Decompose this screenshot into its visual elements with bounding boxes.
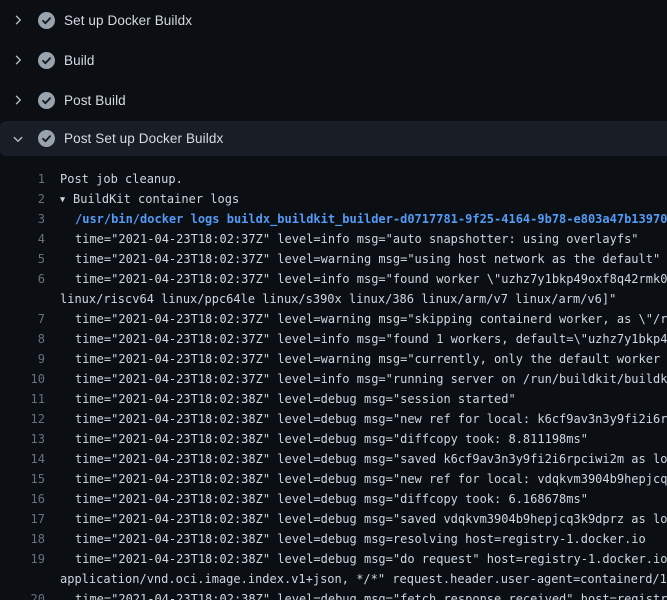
log-line: 8 time="2021-04-23T18:02:37Z" level=info …: [0, 329, 667, 349]
line-number: 20: [0, 589, 45, 600]
line-text: time="2021-04-23T18:02:37Z" level=info m…: [60, 269, 667, 289]
line-number: 15: [0, 469, 45, 489]
line-number: 12: [0, 409, 45, 429]
line-text: time="2021-04-23T18:02:38Z" level=debug …: [60, 489, 588, 509]
log-line: 2 ▼BuildKit container logs: [0, 189, 667, 209]
line-number: 9: [0, 349, 45, 369]
check-circle-icon: [38, 52, 55, 69]
line-number: 1: [0, 169, 45, 189]
log-line: 5 time="2021-04-23T18:02:37Z" level=warni…: [0, 249, 667, 269]
log-line: 18 time="2021-04-23T18:02:38Z" level=debu…: [0, 529, 667, 549]
line-number: [0, 569, 45, 589]
log-line: 3/usr/bin/docker logs buildx_buildkit_bu…: [0, 209, 667, 229]
chevron-down-icon[interactable]: [12, 133, 24, 145]
line-number: 7: [0, 309, 45, 329]
line-number: 8: [0, 329, 45, 349]
log-line-wrap: linux/riscv64 linux/ppc64le linux/s390x …: [0, 289, 667, 309]
command-text: /usr/bin/docker logs buildx_buildkit_bui…: [60, 209, 667, 229]
chevron-right-icon[interactable]: [12, 14, 24, 26]
line-text: time="2021-04-23T18:02:37Z" level=warnin…: [60, 309, 667, 329]
log-line: 15 time="2021-04-23T18:02:38Z" level=debu…: [0, 469, 667, 489]
log-line: 11 time="2021-04-23T18:02:38Z" level=debu…: [0, 389, 667, 409]
line-text: time="2021-04-23T18:02:38Z" level=debug …: [60, 509, 667, 529]
line-number: 6: [0, 269, 45, 289]
log-line: 12 time="2021-04-23T18:02:38Z" level=debu…: [0, 409, 667, 429]
line-number: 3: [0, 209, 45, 229]
line-text: time="2021-04-23T18:02:38Z" level=debug …: [60, 409, 667, 429]
line-text: linux/riscv64 linux/ppc64le linux/s390x …: [60, 289, 616, 309]
log-line: 4 time="2021-04-23T18:02:37Z" level=info …: [0, 229, 667, 249]
step-label: Build: [64, 53, 95, 68]
line-number: 13: [0, 429, 45, 449]
log-group-collapse-icon[interactable]: ▼: [60, 190, 73, 210]
check-circle-icon: [38, 12, 55, 29]
log-line: 17 time="2021-04-23T18:02:38Z" level=debu…: [0, 509, 667, 529]
line-text: time="2021-04-23T18:02:38Z" level=debug …: [60, 589, 667, 600]
step-row-build[interactable]: Build: [0, 40, 667, 80]
line-text: time="2021-04-23T18:02:38Z" level=debug …: [60, 529, 646, 549]
log-line-wrap: application/vnd.oci.image.index.v1+json,…: [0, 569, 667, 589]
line-number: 2: [0, 189, 45, 209]
line-text: time="2021-04-23T18:02:37Z" level=warnin…: [60, 249, 660, 269]
log-line: 19 time="2021-04-23T18:02:38Z" level=debu…: [0, 549, 667, 569]
line-number: 11: [0, 389, 45, 409]
line-number: [0, 289, 45, 309]
line-number: 18: [0, 529, 45, 549]
line-text: time="2021-04-23T18:02:38Z" level=debug …: [60, 389, 516, 409]
line-text: time="2021-04-23T18:02:37Z" level=info m…: [60, 229, 639, 249]
step-row-post-build[interactable]: Post Build: [0, 80, 667, 120]
line-text: application/vnd.oci.image.index.v1+json,…: [60, 569, 667, 589]
line-number: 10: [0, 369, 45, 389]
line-number: 14: [0, 449, 45, 469]
step-row-set-up-docker-buildx[interactable]: Set up Docker Buildx: [0, 0, 667, 40]
line-text: time="2021-04-23T18:02:37Z" level=info m…: [60, 329, 667, 349]
step-label: Post Set up Docker Buildx: [64, 131, 223, 146]
line-number: 4: [0, 229, 45, 249]
log-line: 6 time="2021-04-23T18:02:37Z" level=info …: [0, 269, 667, 289]
step-label: Set up Docker Buildx: [64, 13, 192, 28]
log-group-header: ▼BuildKit container logs: [60, 189, 239, 209]
chevron-right-icon[interactable]: [12, 54, 24, 66]
log-line: 1 Post job cleanup.: [0, 169, 667, 189]
log-group-label: BuildKit container logs: [73, 192, 239, 206]
line-number: 19: [0, 549, 45, 569]
line-number: 5: [0, 249, 45, 269]
line-text: time="2021-04-23T18:02:38Z" level=debug …: [60, 549, 667, 569]
step-label: Post Build: [64, 93, 126, 108]
check-circle-icon: [38, 130, 55, 147]
workflow-logs-panel: Set up Docker Buildx Build Post Build Post …: [0, 0, 667, 600]
log-line: 16 time="2021-04-23T18:02:38Z" level=debu…: [0, 489, 667, 509]
log-line: 9 time="2021-04-23T18:02:37Z" level=warni…: [0, 349, 667, 369]
line-text: time="2021-04-23T18:02:38Z" level=debug …: [60, 469, 667, 489]
log-line: 7 time="2021-04-23T18:02:37Z" level=warni…: [0, 309, 667, 329]
line-text: time="2021-04-23T18:02:38Z" level=debug …: [60, 429, 588, 449]
line-number: 16: [0, 489, 45, 509]
log-line: 14 time="2021-04-23T18:02:38Z" level=debu…: [0, 449, 667, 469]
log-panel: 1 Post job cleanup. 2 ▼BuildKit container l…: [0, 169, 667, 600]
chevron-right-icon[interactable]: [12, 94, 24, 106]
line-number: 17: [0, 509, 45, 529]
step-row-post-set-up-docker-buildx[interactable]: Post Set up Docker Buildx: [0, 121, 667, 156]
log-line: 13 time="2021-04-23T18:02:38Z" level=debu…: [0, 429, 667, 449]
step-list: Set up Docker Buildx Build Post Build Post …: [0, 0, 667, 156]
line-text: time="2021-04-23T18:02:37Z" level=warnin…: [60, 349, 667, 369]
line-text: Post job cleanup.: [60, 169, 183, 189]
log-line: 10 time="2021-04-23T18:02:37Z" level=info…: [0, 369, 667, 389]
check-circle-icon: [38, 92, 55, 109]
line-text: time="2021-04-23T18:02:38Z" level=debug …: [60, 449, 667, 469]
line-text: time="2021-04-23T18:02:37Z" level=info m…: [60, 369, 667, 389]
log-line: 20 time="2021-04-23T18:02:38Z" level=debu…: [0, 589, 667, 600]
